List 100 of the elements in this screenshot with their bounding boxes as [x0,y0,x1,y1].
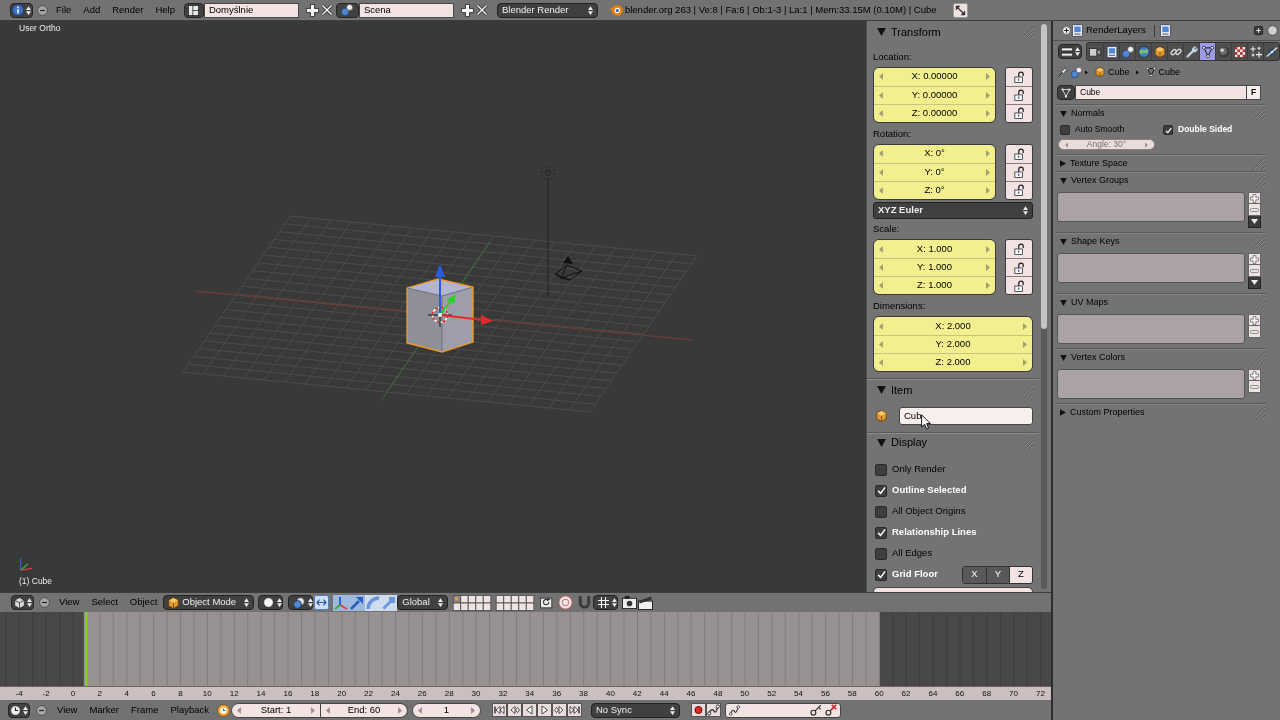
menu-item[interactable]: Playback [164,704,215,716]
menu-item[interactable]: View [51,704,84,716]
breadcrumb-item[interactable]: Cube [1158,66,1181,78]
circle-icon[interactable] [1267,25,1278,36]
checkbox-label[interactable]: Relationship Lines [892,527,977,538]
menu-item[interactable]: Add [77,4,107,16]
number-field[interactable]: X: 1.000 [874,240,995,259]
checkbox-label[interactable]: Auto Smooth [1075,125,1125,135]
properties-tab[interactable] [1167,43,1183,60]
menu-item[interactable]: Render [106,4,150,16]
close-icon[interactable] [475,4,488,16]
checkbox[interactable] [875,547,887,560]
triangle-down-icon[interactable] [877,28,886,36]
lock-button[interactable] [1006,258,1032,277]
properties-tab[interactable] [1231,43,1247,60]
editor-type-button[interactable] [10,2,33,18]
remove-button[interactable] [1248,265,1261,277]
collapse-icon[interactable] [37,4,48,16]
datablock-name-field[interactable]: Cube [1075,85,1247,100]
triangle-down-icon[interactable] [1060,110,1067,117]
clapperboard-icon[interactable] [638,595,654,610]
axis-toggle[interactable]: Y [986,566,1009,583]
properties-tab[interactable] [1103,43,1119,60]
rotation-mode-dropdown[interactable]: XYZ Euler [873,201,1033,220]
panel-title[interactable]: Normals [1071,108,1105,119]
triangle-right-icon[interactable] [1060,409,1066,416]
plus-icon[interactable] [305,3,319,17]
number-field[interactable]: Z: 2.000 [874,353,1032,371]
menu-item[interactable]: File [50,4,78,16]
render-layers-label[interactable]: RenderLayers [1086,25,1146,36]
triangle-down-icon[interactable] [1060,238,1067,245]
expand-icon[interactable] [1062,26,1071,35]
prev-keyframe-icon[interactable] [507,703,522,717]
remove-button[interactable] [1248,326,1261,338]
breadcrumb-item[interactable]: Cube [1108,66,1130,78]
checkbox-label[interactable]: All Edges [892,548,933,559]
plus-icon[interactable] [460,3,474,17]
key-delete-icon[interactable] [825,704,837,716]
reverse-play-icon[interactable] [522,703,537,717]
pivot-dropdown[interactable] [288,595,314,610]
fullscreen-icon[interactable] [952,2,968,18]
lock-button[interactable] [1006,240,1032,259]
axes-icon[interactable] [333,594,350,611]
snap-dropdown[interactable] [593,595,619,610]
screen-layout-button[interactable] [183,2,204,18]
axis-toggle[interactable]: Z [1009,566,1032,583]
triangle-down-icon[interactable] [1060,354,1067,361]
checkbox-label[interactable]: Only Render [892,464,946,475]
lock-button[interactable] [1006,67,1032,86]
mode-dropdown[interactable]: Object Mode [163,595,255,610]
start-frame-field[interactable]: Start: 1 [231,702,321,718]
scene-button[interactable] [335,2,359,18]
camera-icon[interactable] [622,595,638,610]
checkbox[interactable] [875,463,887,476]
panel-title[interactable]: UV Maps [1071,297,1108,308]
number-field[interactable]: X: 2.000 [874,317,1032,335]
lock-button[interactable] [1006,144,1032,163]
checkbox-label[interactable]: All Object Origins [892,506,966,517]
record-icon[interactable] [691,703,706,717]
specials-menu-button[interactable] [1248,277,1261,289]
play-icon[interactable] [537,703,552,717]
axis-toggle[interactable]: X [963,566,986,583]
number-field[interactable]: X: 0.00000 [874,67,995,86]
shading-dropdown[interactable] [258,595,284,610]
panel-title[interactable]: Item [891,383,913,397]
checkbox[interactable] [875,484,887,497]
triangle-down-icon[interactable] [1060,299,1067,306]
menu-item[interactable]: Object [123,597,164,608]
menu-item[interactable]: Frame [125,704,165,716]
menu-item[interactable]: Help [149,4,181,16]
layer-grid-icon[interactable] [495,594,536,611]
render-engine-dropdown[interactable]: Blender Render [496,2,598,18]
menu-item[interactable]: Select [85,597,124,608]
checkbox-label[interactable]: Grid Floor [892,569,938,580]
panel-title[interactable]: Custom Properties [1070,407,1145,418]
layer-grid-icon[interactable] [452,594,493,611]
pin-icon[interactable] [1058,67,1068,77]
next-keyframe-icon[interactable] [552,703,567,717]
ring-icon[interactable] [558,595,574,610]
add-button[interactable] [1248,314,1261,326]
triangle-down-icon[interactable] [877,386,886,394]
number-field[interactable]: Z: 1.000 [874,276,995,295]
close-icon[interactable] [320,4,333,16]
number-field[interactable]: X: 0° [874,144,995,163]
add-button[interactable] [1248,253,1261,265]
number-field[interactable]: Y: 2.000 [874,335,1032,353]
collapse-icon[interactable] [36,704,47,716]
jump-start-icon[interactable] [492,703,507,717]
fake-user-button[interactable]: F [1247,85,1261,100]
keying-set-field[interactable] [725,702,841,718]
list-box[interactable] [1057,369,1245,399]
orientation-dropdown[interactable]: Global [397,595,449,610]
properties-tab[interactable] [1151,43,1167,60]
menu-item[interactable]: Marker [83,704,125,716]
specials-menu-button[interactable] [1248,216,1261,228]
properties-tab[interactable] [1247,43,1263,60]
screen-layout-field[interactable]: Domyślnie [203,2,299,18]
checkbox[interactable] [1163,125,1173,135]
checkbox-label[interactable]: Outline Selected [892,485,967,496]
current-frame-field[interactable]: 1 [412,702,481,718]
